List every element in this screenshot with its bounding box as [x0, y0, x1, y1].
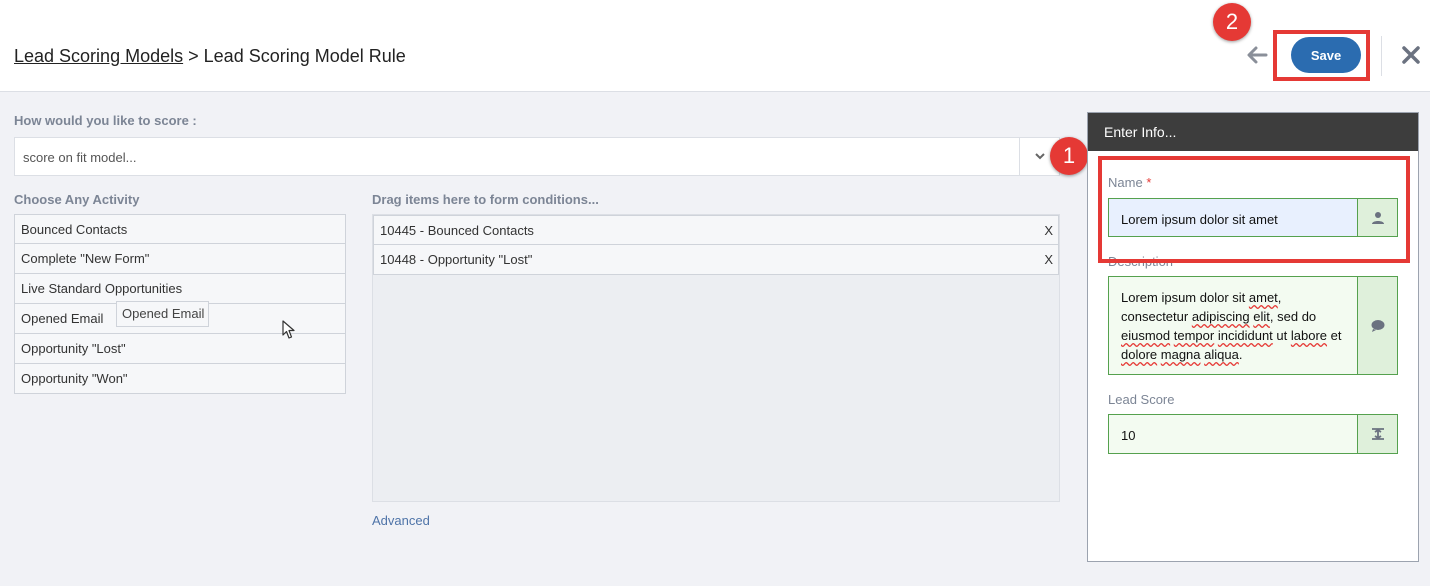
comment-icon [1357, 277, 1397, 374]
drag-ghost-item: Opened Email [116, 301, 209, 327]
conditions-drop-zone[interactable]: 10445 - Bounced Contacts X 10448 - Oppor… [372, 214, 1060, 502]
close-icon[interactable] [1398, 40, 1424, 70]
condition-item: 10448 - Opportunity "Lost" X [373, 245, 1059, 275]
condition-item-label: 10445 - Bounced Contacts [380, 223, 534, 238]
conditions-label: Drag items here to form conditions... [372, 192, 599, 207]
activity-item[interactable]: Opportunity "Won" [14, 364, 346, 394]
remove-condition-button[interactable]: X [1044, 245, 1053, 274]
lead-score-label: Lead Score [1108, 392, 1175, 407]
description-label: Description [1108, 254, 1174, 269]
name-label: Name * [1108, 175, 1151, 190]
advanced-link[interactable]: Advanced [372, 513, 430, 528]
lead-score-input[interactable]: 10 [1109, 415, 1358, 453]
condition-item-label: 10448 - Opportunity "Lost" [380, 252, 533, 267]
info-panel-title: Enter Info... [1088, 113, 1418, 151]
scoring-select[interactable]: score on fit model... [14, 137, 1060, 176]
description-field: Lorem ipsum dolor sit amet, consectetur … [1108, 276, 1398, 375]
save-button[interactable]: Save [1291, 37, 1361, 73]
breadcrumb: Lead Scoring Models > Lead Scoring Model… [14, 46, 406, 67]
arrow-left-icon[interactable] [1244, 42, 1270, 68]
step-badge-2: 2 [1213, 3, 1251, 41]
name-label-text: Name [1108, 175, 1143, 190]
info-panel: Enter Info... Name * Lorem ipsum dolor s… [1087, 112, 1419, 562]
activity-item[interactable]: Bounced Contacts [14, 214, 346, 244]
name-field: Lorem ipsum dolor sit amet [1108, 198, 1398, 237]
activity-item[interactable]: Complete "New Form" [14, 244, 346, 274]
condition-item: 10445 - Bounced Contacts X [373, 215, 1059, 245]
breadcrumb-separator: > [188, 46, 199, 66]
activity-item[interactable]: Opportunity "Lost" [14, 334, 346, 364]
description-textarea[interactable]: Lorem ipsum dolor sit amet, consectetur … [1109, 277, 1358, 374]
step-badge-1: 1 [1050, 137, 1088, 175]
lead-score-field: 10 [1108, 414, 1398, 454]
remove-condition-button[interactable]: X [1044, 216, 1053, 245]
name-input[interactable]: Lorem ipsum dolor sit amet [1109, 199, 1358, 236]
required-marker: * [1146, 175, 1152, 190]
breadcrumb-current: Lead Scoring Model Rule [203, 46, 406, 66]
text-height-icon [1357, 415, 1397, 453]
activity-item[interactable]: Live Standard Opportunities [14, 274, 346, 304]
scoring-label: How would you like to score : [14, 113, 197, 128]
user-icon [1357, 199, 1397, 236]
activities-label: Choose Any Activity [14, 192, 140, 207]
mouse-cursor-icon [282, 320, 295, 339]
header-divider [1381, 36, 1382, 76]
breadcrumb-link-lead-scoring-models[interactable]: Lead Scoring Models [14, 46, 183, 66]
scoring-select-value: score on fit model... [23, 150, 137, 165]
